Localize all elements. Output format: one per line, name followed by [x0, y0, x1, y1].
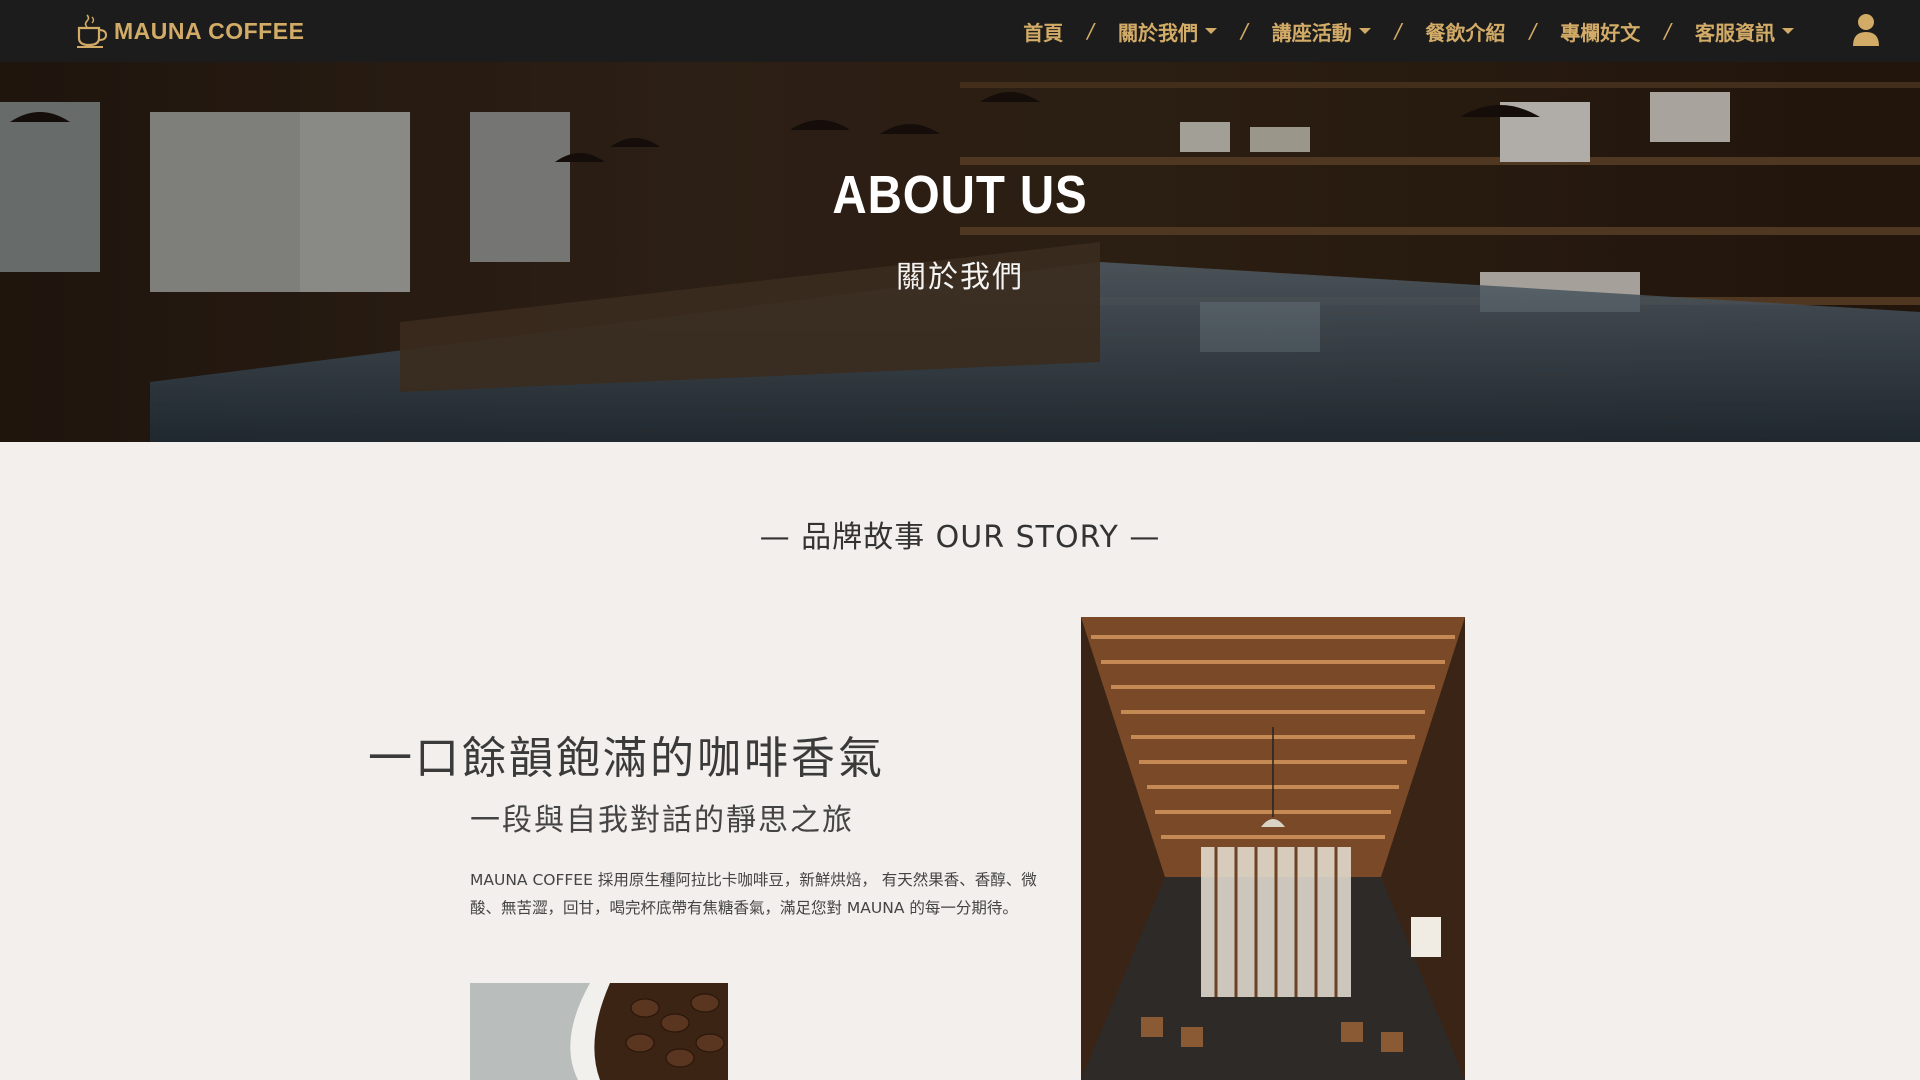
brand-logo-link[interactable]: MAUNA COFFEE: [76, 10, 304, 52]
caret-down-icon: [1358, 28, 1371, 34]
caret-down-icon: [1205, 28, 1217, 34]
story-sub-title: 一段與自我對話的靜思之旅: [470, 803, 854, 838]
main-nav: 首頁 / 關於我們 / 講座活動 / 餐飲介紹 / 專欄好文 / 客服資訊: [1023, 0, 1794, 62]
hero-banner: ABOUT US 關於我們: [0, 62, 1920, 442]
wooden-hall-image: [1081, 617, 1465, 1080]
nav-item-about[interactable]: 關於我們: [1118, 17, 1217, 46]
nav-item-label: 首頁: [1023, 20, 1064, 45]
caret-down-icon: [1782, 28, 1794, 34]
nav-separator: /: [1529, 19, 1537, 43]
nav-separator: /: [1087, 19, 1094, 43]
hero-title: ABOUT US: [832, 165, 1088, 225]
nav-separator: /: [1394, 19, 1402, 43]
nav-item-label: 專欄好文: [1560, 20, 1641, 45]
section-heading: — 品牌故事 OUR STORY —: [759, 520, 1161, 555]
hero-subtitle: 關於我們: [896, 260, 1024, 295]
nav-item-menu[interactable]: 餐飲介紹: [1426, 17, 1506, 46]
story-body-text: MAUNA COFFEE 採用原生種阿拉比卡咖啡豆，新鮮烘焙， 有天然果香、香醇…: [470, 871, 1037, 917]
nav-separator: /: [1664, 19, 1671, 43]
nav-item-events[interactable]: 講座活動: [1272, 17, 1371, 46]
nav-separator: /: [1241, 19, 1248, 43]
coffee-cup-logo-icon: [77, 14, 108, 48]
coffee-beans-image: [470, 983, 728, 1080]
top-navbar: MAUNA COFFEE 首頁 / 關於我們 / 講座活動 / 餐飲介紹 / 專…: [0, 0, 1920, 62]
nav-item-service[interactable]: 客服資訊: [1695, 17, 1794, 46]
nav-item-home[interactable]: 首頁: [1023, 17, 1063, 46]
nav-item-label: 關於我們: [1118, 20, 1198, 45]
brand-name: MAUNA COFFEE: [114, 17, 305, 44]
nav-item-articles[interactable]: 專欄好文: [1560, 17, 1640, 46]
user-icon[interactable]: [1852, 13, 1880, 47]
nav-item-label: 客服資訊: [1695, 20, 1775, 45]
nav-item-label: 講座活動: [1271, 20, 1352, 45]
nav-item-label: 餐飲介紹: [1425, 20, 1506, 45]
story-main-title: 一口餘韻飽滿的咖啡香氣: [368, 733, 885, 784]
